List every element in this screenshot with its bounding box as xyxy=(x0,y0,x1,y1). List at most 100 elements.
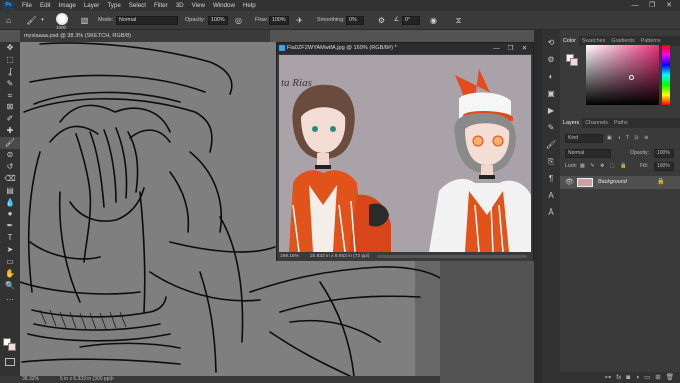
document-tab[interactable]: myslaaaa.psd @ 38.3% (SKETCH, RGB/8) xyxy=(20,30,270,42)
pressure-size-icon[interactable]: ◉ xyxy=(428,15,439,26)
gear-icon[interactable]: ⚙ xyxy=(376,15,387,26)
paragraph-panel-icon[interactable]: ¶ xyxy=(542,170,560,187)
libraries-panel-icon[interactable]: ▣ xyxy=(542,85,560,102)
eyedropper-icon[interactable]: ✐ xyxy=(0,113,20,125)
lasso-icon[interactable]: ʆ xyxy=(0,66,20,78)
menu-help[interactable]: Help xyxy=(239,0,260,11)
floating-document-window[interactable]: Fla0ZF2WYAMwtfA.jpg @ 169% (RGB/8#) * — … xyxy=(276,42,534,261)
glyphs-panel-icon[interactable]: Ä xyxy=(542,204,560,221)
dodge-icon[interactable]: ● xyxy=(0,208,20,220)
floating-maximize-button[interactable]: ❐ xyxy=(504,43,517,54)
minimize-button[interactable]: — xyxy=(628,0,642,11)
pressure-opacity-icon[interactable]: ◎ xyxy=(233,15,244,26)
zoom-level[interactable]: 38.32% xyxy=(22,376,39,383)
history-brush-icon[interactable]: ↺ xyxy=(0,161,20,173)
smoothing-input[interactable]: 0% xyxy=(346,16,364,25)
crop-icon[interactable]: ⌗ xyxy=(0,90,20,102)
menu-file[interactable]: File xyxy=(18,0,36,11)
visibility-eye-icon[interactable]: 👁 xyxy=(565,176,574,189)
floating-close-button[interactable]: ✕ xyxy=(518,43,531,54)
marquee-icon[interactable]: ⬚ xyxy=(0,54,20,66)
adjustments-panel-icon[interactable]: ◐ xyxy=(542,68,560,85)
menu-edit[interactable]: Edit xyxy=(36,0,55,11)
history-panel-icon[interactable]: ⟲ xyxy=(542,34,560,51)
close-button[interactable]: ✕ xyxy=(662,0,676,11)
adjustment-layer-icon[interactable]: ◑ xyxy=(635,372,639,383)
flow-input[interactable]: 100% xyxy=(269,16,289,25)
quick-mask-icon[interactable] xyxy=(5,358,15,366)
stamp-icon[interactable]: ⊜ xyxy=(0,149,20,161)
layer-opacity-input[interactable]: 100% xyxy=(654,149,674,158)
lock-icons[interactable]: ▩ ✎ ✥ ⬚ 🔒 xyxy=(580,162,629,171)
color-field[interactable] xyxy=(586,45,659,105)
clone-source-panel-icon[interactable]: ⎘ xyxy=(542,153,560,170)
layer-row[interactable]: 👁 Background 🔒 xyxy=(560,176,680,189)
link-layers-icon[interactable]: ⊶ xyxy=(605,372,612,383)
menu-type[interactable]: Type xyxy=(103,0,124,11)
layer-opacity-label: Opacity: xyxy=(630,150,650,156)
airbrush-icon[interactable]: ✈ xyxy=(294,15,305,26)
layer-filter-input[interactable]: Kind xyxy=(565,134,603,143)
fx-icon[interactable]: fx xyxy=(616,372,621,383)
tab-color[interactable]: Color xyxy=(560,36,579,46)
delete-layer-icon[interactable]: 🗑 xyxy=(666,372,674,383)
pen-icon[interactable]: ✒ xyxy=(0,220,20,232)
menu-window[interactable]: Window xyxy=(209,0,239,11)
type-icon[interactable]: T xyxy=(0,232,20,244)
panel-background-swatch[interactable] xyxy=(570,58,578,66)
restore-button[interactable]: ❐ xyxy=(645,0,659,11)
brush-tool-icon[interactable]: 🖌 xyxy=(26,15,37,26)
opacity-input[interactable]: 100% xyxy=(208,16,228,25)
new-layer-icon[interactable]: ⊞ xyxy=(655,372,660,383)
menu-filter[interactable]: Filter xyxy=(150,0,172,11)
angle-input[interactable]: 0° xyxy=(402,16,420,25)
brush-settings-icon[interactable]: ▧ xyxy=(79,15,90,26)
home-icon[interactable]: ⌂ xyxy=(3,15,14,26)
lock-icon[interactable]: 🔒 xyxy=(657,176,664,189)
brush-settings-panel-icon[interactable]: ✎ xyxy=(542,119,560,136)
zoom-icon[interactable]: 🔍 xyxy=(0,280,20,292)
menu-select[interactable]: Select xyxy=(125,0,150,11)
floating-title-bar[interactable]: Fla0ZF2WYAMwtfA.jpg @ 169% (RGB/8#) * — … xyxy=(277,43,533,54)
brush-icon[interactable]: 🖌 xyxy=(0,137,20,150)
menu-3d[interactable]: 3D xyxy=(172,0,188,11)
properties-panel-icon[interactable]: ⚙ xyxy=(542,51,560,68)
blend-mode-select[interactable]: Normal xyxy=(565,149,611,158)
new-group-icon[interactable]: ▭ xyxy=(644,372,650,383)
layer-filter-icons[interactable]: ▣ ◑ T ⊡ ⊕ xyxy=(607,134,650,143)
floating-document-title: Fla0ZF2WYAMwtfA.jpg @ 169% (RGB/8#) * xyxy=(287,45,397,51)
actions-panel-icon[interactable]: ▶ xyxy=(542,102,560,119)
frame-icon[interactable]: ⊠ xyxy=(0,101,20,113)
menu-image[interactable]: Image xyxy=(55,0,80,11)
mode-select[interactable]: Normal xyxy=(116,16,178,25)
healing-icon[interactable]: ✚ xyxy=(0,125,20,137)
add-mask-icon[interactable]: ◙ xyxy=(626,372,630,383)
path-select-icon[interactable]: ➤ xyxy=(0,244,20,256)
move-icon[interactable]: ✥ xyxy=(0,42,20,54)
more-tools-icon[interactable]: … xyxy=(0,292,20,304)
hue-slider[interactable] xyxy=(662,45,670,105)
chevron-down-icon[interactable]: ▾ xyxy=(37,15,48,26)
blur-icon[interactable]: 💧 xyxy=(0,197,20,209)
quick-select-icon[interactable]: ✎ xyxy=(0,78,20,90)
tab-layers[interactable]: Layers xyxy=(560,118,583,128)
floating-minimize-button[interactable]: — xyxy=(490,43,503,54)
floating-zoom-level[interactable]: 169.16% xyxy=(280,252,299,261)
character-panel-icon[interactable]: A xyxy=(542,187,560,204)
shape-icon[interactable]: ▭ xyxy=(0,256,20,268)
floating-scrollbar[interactable] xyxy=(377,255,527,258)
background-color-swatch[interactable] xyxy=(8,343,16,351)
tab-channels[interactable]: Channels xyxy=(582,118,611,128)
menu-view[interactable]: View xyxy=(188,0,209,11)
gradient-icon[interactable]: ▤ xyxy=(0,185,20,197)
layer-name[interactable]: Background xyxy=(598,176,627,189)
hand-icon[interactable]: ✋ xyxy=(0,268,20,280)
menu-layer[interactable]: Layer xyxy=(80,0,103,11)
color-picker-handle[interactable] xyxy=(629,75,634,80)
symmetry-icon[interactable]: ⧖ xyxy=(453,15,464,26)
eraser-icon[interactable]: ⌫ xyxy=(0,173,20,185)
brushes-panel-icon[interactable]: 🖌 xyxy=(542,136,560,153)
chevron-right-icon[interactable]: › xyxy=(112,376,114,383)
tab-paths[interactable]: Paths xyxy=(611,118,631,128)
fill-input[interactable]: 100% xyxy=(654,162,674,171)
